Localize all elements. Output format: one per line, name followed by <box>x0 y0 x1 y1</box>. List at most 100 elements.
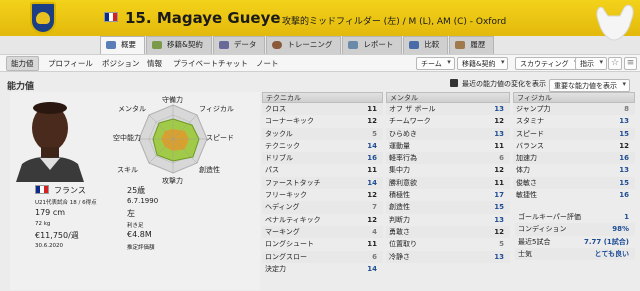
attr-row: 積極性 17 <box>389 191 504 200</box>
player-position: 攻撃的ミッドフィルダー (左) / M (L), AM (C) - Oxford <box>282 17 507 27</box>
club-crest-icon <box>30 2 56 34</box>
contract-end: 30.6.2020 <box>35 243 63 249</box>
nationality-flag-icon <box>35 185 49 194</box>
technical-attributes: テクニカル クロス 11 コーナーキック 12 タックル 5 テクニック 14 ドリブル… <box>262 92 383 275</box>
attr-row: テクニック 14 <box>265 141 377 150</box>
radar-label-vision: 創造性 <box>199 166 220 174</box>
tab-stats[interactable]: データ <box>212 36 266 54</box>
tab-overview[interactable]: 概要 <box>100 36 145 54</box>
player-number: 15. <box>125 9 152 27</box>
compare-icon <box>409 41 420 49</box>
attr-row: パス 11 <box>265 166 377 175</box>
attr-row: 集中力 12 <box>389 166 504 175</box>
attr-row: スタミナ 13 <box>516 117 629 126</box>
attr-row: バランス 12 <box>516 141 629 150</box>
club-ox-logo-icon <box>596 4 634 41</box>
tab-training[interactable]: トレーニング <box>266 36 342 54</box>
tab-history[interactable]: 履歴 <box>449 36 495 54</box>
player-tabs: 概要 移籍&契約 データ トレーニング レポート 比較 履歴 <box>100 36 495 54</box>
attr-row: 位置取り 5 <box>389 240 504 249</box>
report-icon <box>348 41 359 49</box>
france-flag-icon <box>104 12 118 22</box>
history-icon <box>455 41 466 49</box>
radar-label-attacking: 攻撃力 <box>162 177 183 185</box>
attr-row: フリーキック 12 <box>265 191 377 200</box>
checkbox-icon <box>450 79 458 87</box>
radar-label-defending: 守備力 <box>162 96 183 104</box>
menu-icon[interactable]: ≡ <box>624 57 637 70</box>
sub-toolbar: 能力値 プロフィール ポジション 情報 プライベートチャット ノート チーム 移… <box>0 54 640 72</box>
player-title: 15. Magaye Gueye <box>125 9 281 27</box>
attr-row: 決定力 14 <box>265 264 377 273</box>
tab-transfer[interactable]: 移籍&契約 <box>146 36 212 54</box>
attr-row: 敏捷性 16 <box>516 191 629 200</box>
weight: 72 kg <box>35 221 51 227</box>
attr-row: ファーストタッチ 14 <box>262 176 383 190</box>
instructions-dropdown[interactable]: 指示 <box>575 57 607 70</box>
mental-header: メンタル <box>386 92 510 103</box>
attr-row: スピード 15 <box>513 127 635 140</box>
status-row: 最近5試合 7.77 (1試合) <box>518 237 629 246</box>
birth-date: 6.7.1990 <box>127 197 159 205</box>
radar-label-aerial: 空中能力 <box>113 134 141 142</box>
team-dropdown[interactable]: チーム <box>416 57 455 70</box>
status-row: コンディション 98% <box>515 223 635 236</box>
toolbar-info[interactable]: 情報 <box>147 58 162 69</box>
technical-header: テクニカル <box>262 92 383 103</box>
physical-header: フィジカル <box>513 92 635 103</box>
preferred-foot: 左 <box>127 209 135 218</box>
player-name: Magaye Gueye <box>156 9 281 27</box>
attr-row: ペナルティキック 12 <box>265 215 377 224</box>
toolbar-attributes[interactable]: 能力値 <box>6 56 39 71</box>
transfer-dropdown[interactable]: 移籍&契約 <box>457 57 509 70</box>
u21-caps: U21代表試合 18 / 6得点 <box>35 200 97 206</box>
attr-row: ドリブル 16 <box>262 152 383 165</box>
attr-row: 勝利意欲 11 <box>386 176 510 190</box>
toolbar-position[interactable]: ポジション <box>102 58 140 69</box>
player-header: 15. Magaye Gueye 攻撃的ミッドフィルダー (左) / M (L)… <box>0 0 640 36</box>
attr-row: コーナーキック 12 <box>265 117 377 126</box>
radar-label-speed: スピード <box>206 134 234 142</box>
transfer-icon <box>152 41 162 49</box>
status-row[interactable]: 士気 とても良い <box>515 247 635 261</box>
attr-row: チームワーク 12 <box>389 117 504 126</box>
key-attributes-dropdown[interactable]: 重要な能力値を表示 <box>549 79 630 92</box>
toolbar-profile[interactable]: プロフィール <box>48 58 93 69</box>
physical-attributes: フィジカル ジャンプ力 8 スタミナ 13 スピード 15 バランス 12 加速力 16 … <box>513 92 635 201</box>
section-title: 能力値 <box>7 82 35 92</box>
attr-row: 勇敢さ 12 <box>386 225 510 239</box>
mental-attributes: メンタル オフ ザ ボール 13 チームワーク 12 ひらめき 13 運動量 11 軽率… <box>386 92 510 263</box>
radar-label-physical: フィジカル <box>199 105 234 113</box>
status-panel: ゴールキーパー評価 1 コンディション 98% 最近5試合 7.77 (1試合) 士気… <box>515 211 635 261</box>
attr-row: 冷静さ 13 <box>386 250 510 263</box>
age: 25歳 <box>127 186 146 195</box>
value: €4.8M <box>127 230 152 239</box>
attr-row: ロングシュート 11 <box>265 240 377 249</box>
toolbar-private-chat[interactable]: プライベートチャット <box>173 58 248 69</box>
attr-row: クロス 11 <box>262 103 383 116</box>
nationality: フランス <box>54 186 86 195</box>
preferred-foot-label: 利き足 <box>127 223 144 229</box>
attr-row: オフ ザ ボール 13 <box>386 103 510 116</box>
attr-row: 加速力 16 <box>513 152 635 165</box>
tab-report[interactable]: レポート <box>342 36 403 54</box>
attr-row: ロングスロー 6 <box>262 250 383 263</box>
training-icon <box>272 41 283 49</box>
attr-row: 判断力 13 <box>389 215 504 224</box>
attr-row: ひらめき 13 <box>386 127 510 140</box>
wage: €11,750/週 <box>35 231 79 240</box>
attr-row: 軽率行為 6 <box>386 152 510 165</box>
star-icon[interactable]: ☆ <box>608 57 622 70</box>
player-photo <box>10 92 90 182</box>
recent-changes-toggle[interactable]: 最近の能力値の変化を表示 <box>450 79 546 89</box>
attr-row: ヘディング 7 <box>262 201 383 214</box>
scouting-dropdown[interactable]: スカウティング <box>515 57 582 70</box>
attr-row: 体力 13 <box>516 166 629 175</box>
tab-compare[interactable]: 比較 <box>403 36 449 54</box>
toolbar-notes[interactable]: ノート <box>256 58 279 69</box>
attr-row: 俊敏さ 15 <box>513 176 635 190</box>
status-row: ゴールキーパー評価 1 <box>518 213 629 221</box>
height: 179 cm <box>35 208 66 217</box>
overview-icon <box>106 41 116 49</box>
attr-row: 運動量 11 <box>389 141 504 150</box>
